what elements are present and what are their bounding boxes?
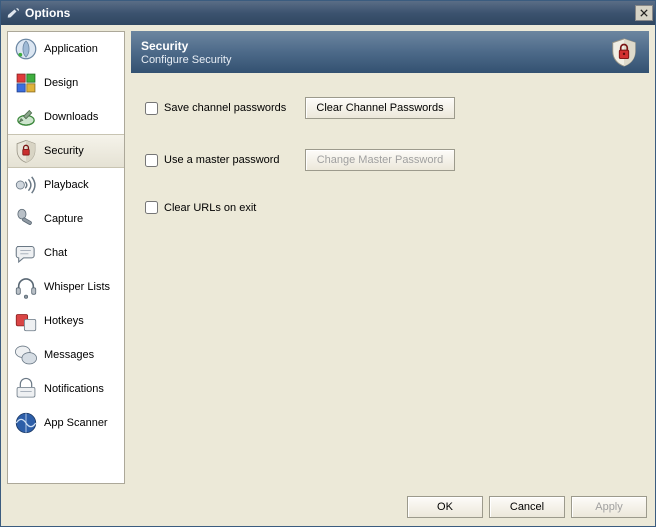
sidebar-item-chat[interactable]: Chat [8,236,124,270]
row-master-password: Use a master password Change Master Pass… [145,149,635,171]
page-title: Security [141,39,609,53]
sidebar-item-label: Downloads [44,111,98,123]
close-icon [640,9,648,17]
sidebar-item-design[interactable]: Design [8,66,124,100]
design-icon [12,69,40,97]
clear-channel-passwords-button[interactable]: Clear Channel Passwords [305,97,455,119]
clear-urls-on-exit-input[interactable] [145,201,158,214]
cancel-button[interactable]: Cancel [489,496,565,518]
security-panel: Save channel passwords Clear Channel Pas… [131,73,649,484]
use-master-password-checkbox[interactable]: Use a master password [145,154,305,167]
sidebar-item-notifications[interactable]: Notifications [8,372,124,406]
window-title: Options [25,6,635,20]
sidebar-item-label: Design [44,77,78,89]
row-save-passwords: Save channel passwords Clear Channel Pas… [145,97,635,119]
sidebar-item-messages[interactable]: Messages [8,338,124,372]
content-header: Security Configure Security [131,31,649,73]
wrench-icon [5,5,21,21]
sidebar-item-capture[interactable]: Capture [8,202,124,236]
sidebar-item-downloads[interactable]: Downloads [8,100,124,134]
sidebar-item-label: Hotkeys [44,315,84,327]
titlebar: Options [1,1,655,25]
sidebar-item-label: Notifications [44,383,104,395]
sidebar-item-label: Capture [44,213,83,225]
sidebar-item-label: Chat [44,247,67,259]
playback-icon [12,171,40,199]
row-clear-urls: Clear URLs on exit [145,201,635,214]
sidebar: Application Design [7,31,125,484]
checkbox-label: Use a master password [164,154,280,166]
headset-icon [12,273,40,301]
hotkeys-icon [12,307,40,335]
ok-button[interactable]: OK [407,496,483,518]
sidebar-item-app-scanner[interactable]: App Scanner [8,406,124,440]
save-channel-passwords-checkbox[interactable]: Save channel passwords [145,102,305,115]
shield-lock-icon [609,37,639,67]
application-icon [12,35,40,63]
sidebar-item-label: Whisper Lists [44,281,110,293]
sidebar-item-label: Security [44,145,84,157]
sidebar-item-label: Playback [44,179,89,191]
checkbox-label: Clear URLs on exit [164,202,256,214]
sidebar-item-label: Messages [44,349,94,361]
sidebar-item-label: App Scanner [44,417,108,429]
sidebar-item-hotkeys[interactable]: Hotkeys [8,304,124,338]
content-area: Security Configure Security [131,31,649,484]
checkbox-label: Save channel passwords [164,102,286,114]
change-master-password-button[interactable]: Change Master Password [305,149,455,171]
sidebar-item-whisper-lists[interactable]: Whisper Lists [8,270,124,304]
sidebar-item-security[interactable]: Security [8,134,124,168]
clear-urls-on-exit-checkbox[interactable]: Clear URLs on exit [145,201,305,214]
shield-icon [12,137,40,165]
chat-icon [12,239,40,267]
close-button[interactable] [635,5,653,21]
apply-button[interactable]: Apply [571,496,647,518]
dialog-footer: OK Cancel Apply [1,490,655,526]
sidebar-item-application[interactable]: Application [8,32,124,66]
microphone-icon [12,205,40,233]
sidebar-item-label: Application [44,43,98,55]
options-dialog: Options Application [0,0,656,527]
downloads-icon [12,103,40,131]
page-subtitle: Configure Security [141,54,609,66]
app-scanner-icon [12,409,40,437]
use-master-password-input[interactable] [145,154,158,167]
sidebar-item-playback[interactable]: Playback [8,168,124,202]
messages-icon [12,341,40,369]
notifications-icon [12,375,40,403]
save-channel-passwords-input[interactable] [145,102,158,115]
dialog-body: Application Design [1,25,655,490]
